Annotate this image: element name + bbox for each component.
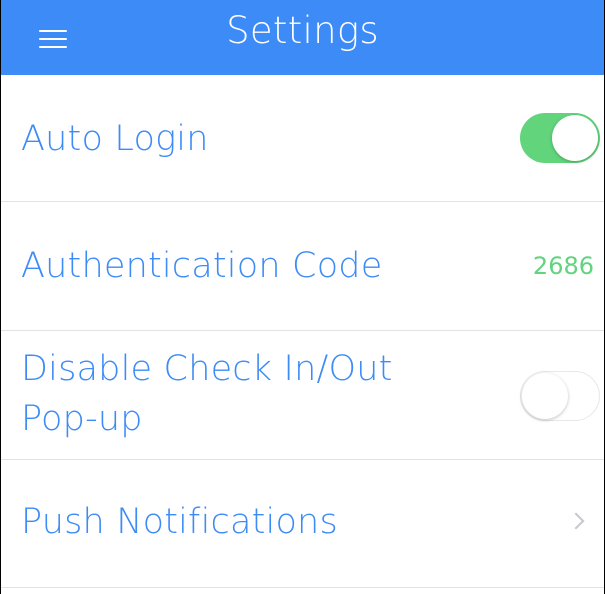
setting-row-disable-check-popup: Disable Check In/Out Pop-up [1, 331, 604, 460]
authentication-code-value: 2686 [532, 252, 594, 280]
chevron-right-icon [567, 512, 585, 530]
disable-check-popup-toggle[interactable] [520, 371, 600, 421]
header-bar: Settings [1, 0, 604, 75]
auto-login-label: Auto Login [21, 119, 209, 159]
setting-row-auto-login: Auto Login [1, 75, 604, 202]
toggle-knob [552, 115, 598, 161]
disable-check-popup-label-line1: Disable Check In/Out [21, 349, 393, 389]
settings-screen: Settings Auto Login Authentication Code … [0, 0, 605, 594]
disable-check-popup-label-line2: Pop-up [21, 399, 143, 439]
page-title: Settings [226, 9, 379, 52]
authentication-code-label: Authentication Code [21, 246, 383, 286]
push-notifications-label: Push Notifications [21, 502, 338, 542]
auto-login-toggle[interactable] [520, 113, 600, 163]
toggle-knob [522, 373, 568, 419]
setting-row-push-notifications[interactable]: Push Notifications [1, 460, 604, 588]
setting-row-authentication-code: Authentication Code 2686 [1, 202, 604, 331]
